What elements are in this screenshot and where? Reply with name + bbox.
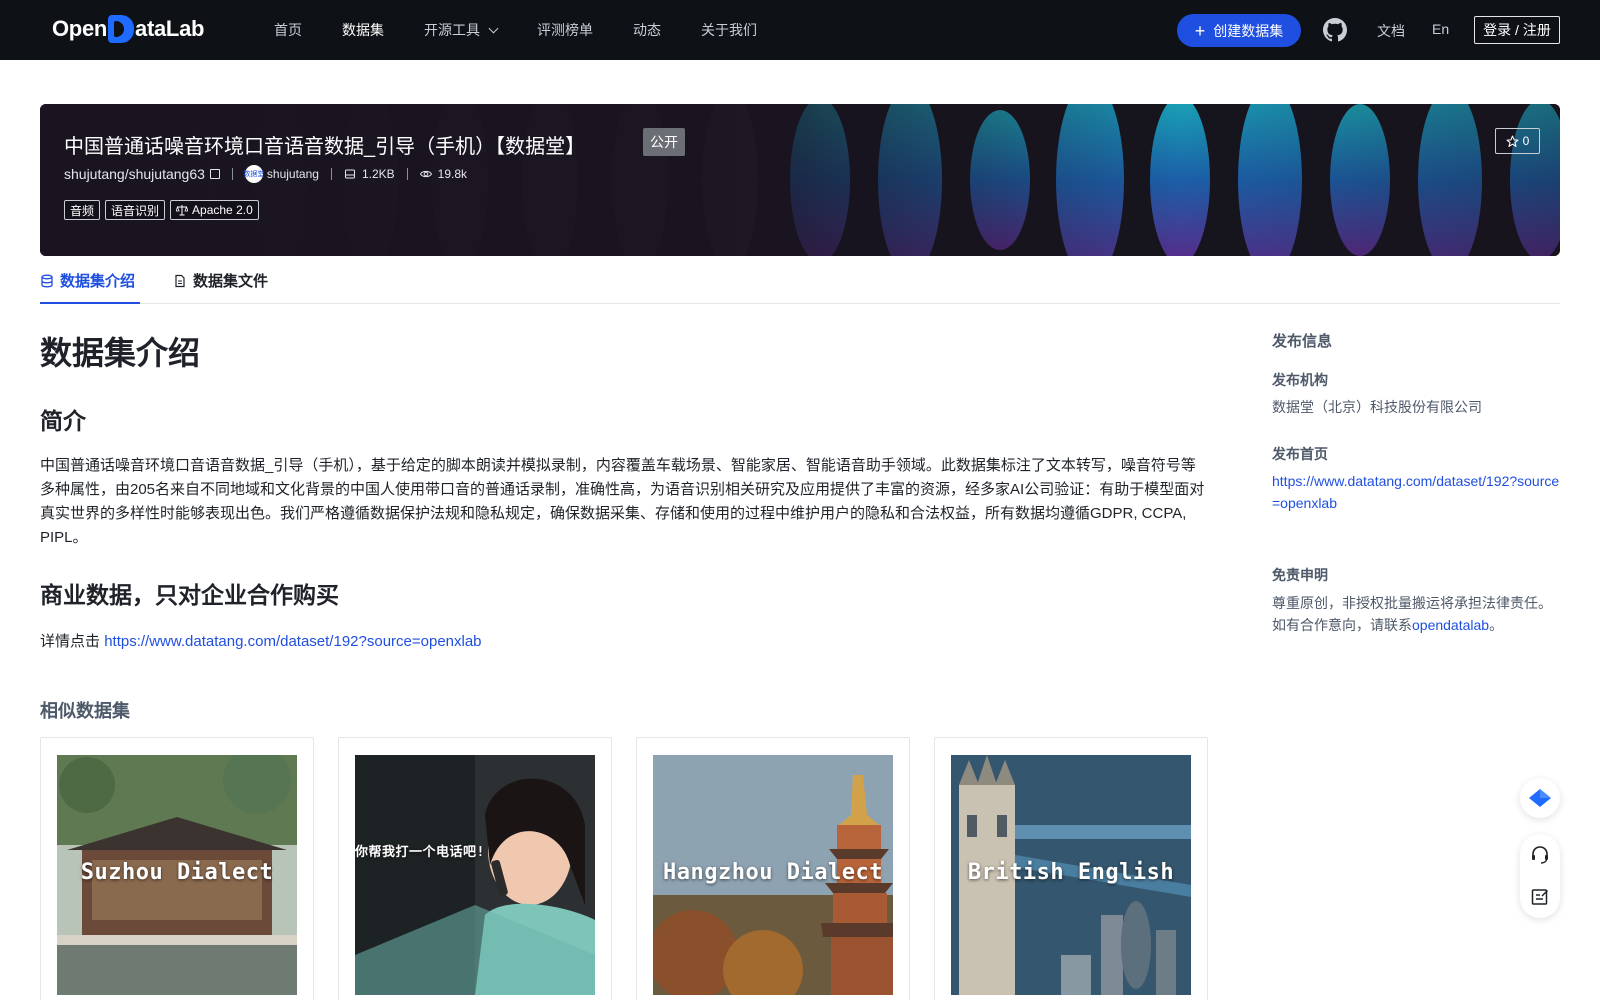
detail-line: 详情点击 https://www.datatang.com/dataset/19… (40, 630, 482, 651)
card-title: Hangzhou Dialect (663, 860, 883, 885)
publish-info-sidebar: 发布信息 发布机构 数据堂（北京）科技股份有限公司 发布首页 https://w… (1272, 330, 1562, 633)
similar-dataset-card[interactable]: British English (934, 737, 1208, 1000)
contact-link[interactable]: opendatalab (1412, 617, 1489, 633)
create-dataset-button[interactable]: + 创建数据集 (1177, 14, 1301, 47)
homepage-label: 发布首页 (1272, 446, 1328, 462)
divider (330, 168, 332, 180)
tab-intro[interactable]: 数据集介绍 (40, 270, 135, 291)
commercial-heading: 商业数据，只对企业合作购买 (40, 582, 339, 608)
tag-list: 音频 语音识别 Apache 2.0 (64, 200, 264, 220)
star-count: 0 (1522, 134, 1530, 148)
login-register-button[interactable]: 登录 / 注册 (1474, 16, 1560, 44)
database-icon (41, 274, 53, 287)
dataset-size: 1.2KB (361, 167, 395, 181)
tag-speech-recognition[interactable]: 语音识别 (105, 200, 166, 220)
support-group (1520, 834, 1560, 918)
summary-heading: 简介 (40, 408, 86, 434)
star-icon (1506, 135, 1519, 147)
phone-call-image (355, 755, 595, 995)
disclaimer-line-1: 尊重原创，非授权批量搬运将承担法律责任。 (1272, 595, 1552, 611)
nav-links: 首页 数据集 开源工具 评测榜单 动态 关于我们 (274, 0, 797, 60)
diamond-icon (1529, 789, 1551, 807)
feedback-button[interactable] (1520, 876, 1560, 918)
card-thumbnail: British English (951, 755, 1191, 995)
view-count: 19.8k (437, 167, 468, 181)
language-switch[interactable]: En (1432, 21, 1449, 37)
active-tab-indicator (40, 302, 140, 304)
nav-about[interactable]: 关于我们 (701, 20, 757, 40)
similar-dataset-card[interactable]: 你帮我打一个电话吧! (338, 737, 612, 1000)
nav-tools[interactable]: 开源工具 (424, 20, 499, 40)
similar-datasets-heading: 相似数据集 (40, 701, 130, 721)
card-title: 你帮我打一个电话吧! (355, 845, 485, 860)
publish-info-title: 发布信息 (1272, 333, 1333, 350)
summary-text: 中国普通话噪音环境口音语音数据_引导（手机），基于给定的脚本朗读并模拟录制，内容… (40, 457, 1205, 546)
owner-avatar[interactable]: 数据堂 (243, 165, 264, 183)
tab-intro-label: 数据集介绍 (60, 273, 136, 290)
repo-path: shujutang/shujutang63 (64, 166, 205, 182)
logo-text-prefix: Open (52, 16, 108, 41)
divider (231, 168, 233, 180)
dataset-tabs: 数据集介绍 数据集文件 (40, 258, 1560, 304)
feedback-diamond-button[interactable] (1520, 778, 1560, 818)
org-label: 发布机构 (1272, 372, 1328, 388)
similar-dataset-card[interactable]: Suzhou Dialect (40, 737, 314, 1000)
tab-files[interactable]: 数据集文件 (173, 270, 268, 291)
nav-home[interactable]: 首页 (274, 20, 302, 40)
dataset-title: 中国普通话噪音环境口音语音数据_引导（手机）【数据堂】 (64, 136, 586, 158)
card-thumbnail: Suzhou Dialect (57, 755, 297, 995)
headset-icon (1532, 846, 1548, 864)
chevron-down-icon (488, 23, 499, 33)
nav-leaderboard[interactable]: 评测榜单 (537, 20, 593, 40)
tab-files-label: 数据集文件 (193, 273, 269, 290)
homepage-value: https://www.datatang.com/dataset/192?sou… (1272, 470, 1562, 514)
customer-service-button[interactable] (1520, 834, 1560, 876)
star-button[interactable]: 0 (1495, 128, 1540, 154)
nav-docs[interactable]: 文档 (1377, 21, 1405, 41)
detail-prefix: 详情点击 (40, 633, 101, 650)
card-thumbnail: 你帮我打一个电话吧! (355, 755, 595, 995)
card-title: Suzhou Dialect (80, 860, 274, 885)
disclaimer-prefix: 如有合作意向，请联系 (1272, 617, 1412, 633)
similar-dataset-card[interactable]: Hangzhou Dialect (636, 737, 910, 1000)
homepage-link[interactable]: https://www.datatang.com/dataset/192?sou… (1272, 473, 1559, 511)
dataset-banner: 中国普通话噪音环境口音语音数据_引导（手机）【数据堂】 公开 shujutang… (40, 104, 1560, 256)
logo-text-suffix: ataLab (135, 16, 205, 41)
owner-name[interactable]: shujutang (267, 167, 319, 181)
tag-audio[interactable]: 音频 (64, 200, 101, 220)
detail-link[interactable]: https://www.datatang.com/dataset/192?sou… (104, 633, 481, 650)
plus-icon: + (1194, 20, 1206, 41)
card-title: British English (967, 860, 1175, 885)
copy-icon[interactable] (209, 169, 220, 179)
nav-datasets[interactable]: 数据集 (342, 20, 384, 40)
page-heading: 数据集介绍 (40, 335, 201, 371)
disclaimer-suffix: 。 (1489, 617, 1504, 633)
edit-note-icon (1531, 889, 1549, 905)
dataset-meta: shujutang/shujutang63 数据堂 shujutang 1.2K… (64, 164, 467, 184)
top-nav: Open ataLab 首页 数据集 开源工具 评测榜单 动态 关于我们 + 创… (0, 0, 1600, 60)
github-icon[interactable] (1323, 18, 1347, 42)
visibility-badge: 公开 (643, 128, 685, 156)
eye-icon (419, 170, 432, 178)
disclaimer-text: 尊重原创，非授权批量搬运将承担法律责任。 如有合作意向，请联系opendatal… (1272, 592, 1562, 636)
license-label: Apache 2.0 (192, 203, 253, 217)
floating-toolbar (1520, 778, 1560, 918)
disclaimer-line-2: 如有合作意向，请联系opendatalab。 (1272, 614, 1562, 636)
card-thumbnail: Hangzhou Dialect (653, 755, 893, 995)
opendatalab-logo[interactable]: Open ataLab (52, 15, 204, 43)
logo-d-mark (108, 15, 135, 43)
scale-icon (176, 205, 189, 216)
disk-icon (344, 169, 355, 179)
nav-tools-label: 开源工具 (424, 22, 480, 38)
license-tag[interactable]: Apache 2.0 (170, 200, 259, 220)
divider (406, 168, 408, 180)
create-dataset-label: 创建数据集 (1213, 22, 1284, 39)
disclaimer-label: 免责申明 (1272, 567, 1328, 583)
org-value: 数据堂（北京）科技股份有限公司 (1272, 399, 1482, 415)
file-icon (175, 274, 185, 287)
nav-news[interactable]: 动态 (633, 20, 661, 40)
